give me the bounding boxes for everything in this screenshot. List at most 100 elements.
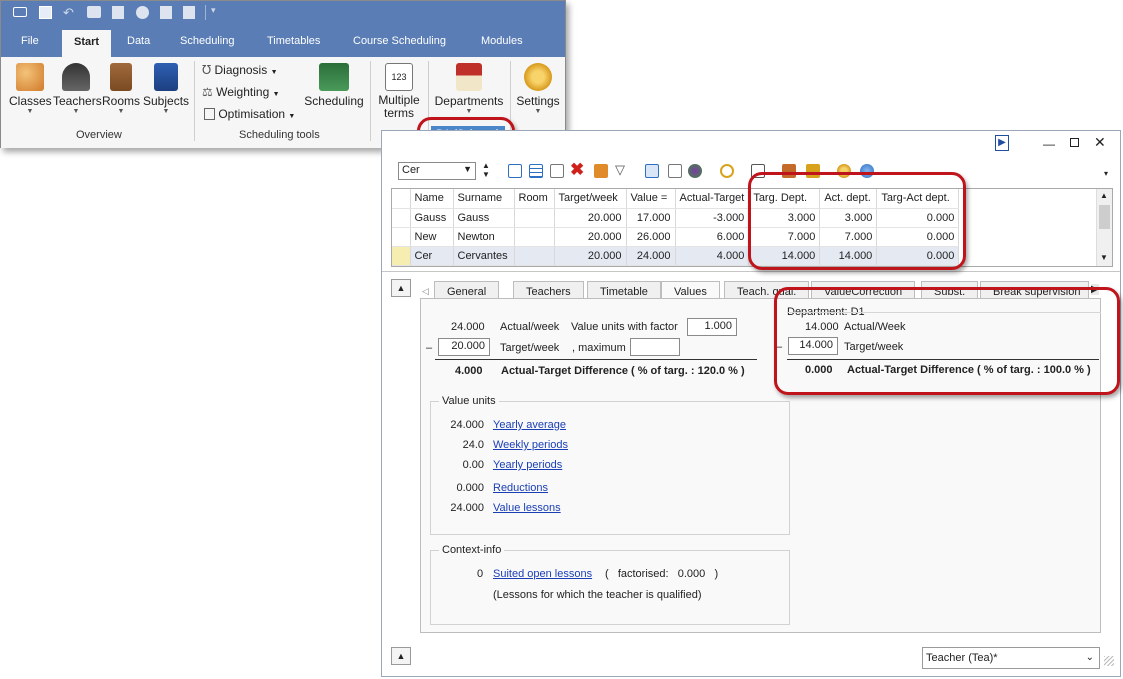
save-icon[interactable] bbox=[39, 6, 52, 19]
table-cell[interactable]: 26.000 bbox=[626, 227, 676, 247]
table-cell[interactable]: 20.000 bbox=[554, 208, 627, 228]
print-icon[interactable] bbox=[87, 6, 101, 18]
grid-scrollbar[interactable]: ▲ ▼ bbox=[1096, 189, 1112, 266]
scheduling-board-icon bbox=[319, 63, 349, 91]
table-cell[interactable]: Gauss bbox=[410, 208, 454, 228]
tab-timetables[interactable]: Timetables bbox=[267, 35, 320, 47]
chevron-left-icon[interactable]: ◁ bbox=[422, 286, 429, 297]
delete-icon[interactable]: ✖ bbox=[570, 160, 584, 180]
sum-line bbox=[435, 359, 757, 360]
table-cell[interactable]: Gauss bbox=[453, 208, 515, 228]
table-cell[interactable]: Cervantes bbox=[453, 246, 515, 266]
scrollbar-thumb[interactable] bbox=[1099, 205, 1110, 229]
tab-file[interactable]: File bbox=[21, 35, 39, 47]
export-icon[interactable] bbox=[183, 6, 195, 19]
document-icon[interactable] bbox=[160, 6, 172, 19]
table-cell[interactable]: Newton bbox=[453, 227, 515, 247]
tab-data[interactable]: Data bbox=[127, 35, 150, 47]
column-header[interactable]: Surname bbox=[453, 189, 515, 209]
maximize-icon[interactable] bbox=[1070, 138, 1079, 147]
yearly-periods-link[interactable]: Yearly periods bbox=[493, 459, 562, 471]
splitter[interactable] bbox=[382, 271, 1120, 272]
teachers-icon bbox=[62, 63, 90, 91]
tab-start[interactable]: Start bbox=[62, 30, 112, 57]
chevron-down-icon[interactable]: ▼ bbox=[1100, 253, 1108, 262]
chevron-up-icon[interactable]: ▲ bbox=[1100, 191, 1108, 200]
preview-icon[interactable] bbox=[112, 6, 124, 19]
yearly-average-link[interactable]: Yearly average bbox=[493, 419, 566, 431]
target-week-input[interactable]: 20.000 bbox=[438, 338, 490, 356]
highlight-department-values bbox=[774, 287, 1120, 395]
table-cell[interactable]: 6.000 bbox=[675, 227, 750, 247]
new-record-icon[interactable] bbox=[508, 164, 522, 178]
scheduling-button[interactable]: Scheduling bbox=[303, 63, 365, 108]
chevron-down-icon: ▼ bbox=[288, 113, 296, 120]
subjects-button[interactable]: Subjects ▼ bbox=[143, 63, 189, 115]
chevron-down-icon[interactable]: ▾ bbox=[1104, 169, 1108, 178]
teachers-button[interactable]: Teachers ▼ bbox=[53, 63, 102, 115]
column-header[interactable]: Room bbox=[514, 189, 555, 209]
suited-open-lessons-link[interactable]: Suited open lessons bbox=[493, 568, 592, 580]
collapse-button[interactable]: ▲ bbox=[391, 279, 411, 297]
factor-input[interactable]: 1.000 bbox=[687, 318, 737, 336]
group-icon[interactable] bbox=[688, 164, 702, 178]
clock-icon[interactable] bbox=[720, 164, 734, 178]
edit-icon[interactable] bbox=[594, 164, 608, 178]
column-header[interactable]: Actual-Target bbox=[675, 189, 750, 209]
chevron-down-icon[interactable]: ▾ bbox=[211, 5, 216, 16]
gear-icon bbox=[524, 63, 552, 91]
table-icon[interactable] bbox=[668, 164, 682, 178]
weighting-button[interactable]: ⚖ Weighting ▼ bbox=[202, 85, 280, 99]
optimisation-button[interactable]: Optimisation ▼ bbox=[204, 107, 295, 121]
tab-scheduling[interactable]: Scheduling bbox=[180, 35, 234, 47]
undo-icon[interactable]: ↶ bbox=[63, 5, 74, 21]
suited-lessons-count: 0 bbox=[477, 568, 484, 580]
classes-button[interactable]: Classes ▼ bbox=[9, 63, 52, 115]
table-cell[interactable]: -3.000 bbox=[675, 208, 750, 228]
chevron-down-icon: ▼ bbox=[272, 91, 280, 98]
departments-button[interactable]: Departments ▼ bbox=[433, 63, 505, 115]
table-cell[interactable] bbox=[514, 246, 555, 266]
scheduling-label: Scheduling bbox=[304, 94, 364, 108]
sort-icon[interactable] bbox=[645, 164, 659, 178]
table-cell[interactable]: 24.000 bbox=[626, 246, 676, 266]
multiple-terms-button[interactable]: 123 Multiple terms bbox=[375, 63, 423, 120]
table-cell[interactable] bbox=[514, 208, 555, 228]
table-cell[interactable]: New bbox=[410, 227, 454, 247]
table-cell[interactable] bbox=[514, 227, 555, 247]
value-lessons-link[interactable]: Value lessons bbox=[493, 502, 561, 514]
minimize-icon[interactable]: — bbox=[1043, 137, 1055, 151]
play-icon[interactable]: ▶ bbox=[995, 135, 1009, 151]
diagnosis-button[interactable]: ℧ Diagnosis ▼ bbox=[202, 63, 278, 77]
add-page-icon[interactable] bbox=[550, 164, 564, 178]
resize-grip[interactable] bbox=[1104, 656, 1114, 666]
table-cell[interactable]: 4.000 bbox=[675, 246, 750, 266]
table-cell[interactable]: 20.000 bbox=[554, 227, 627, 247]
settings-small-icon[interactable] bbox=[136, 6, 149, 19]
folder-icon[interactable] bbox=[13, 7, 27, 17]
chevron-down-icon: ▼ bbox=[463, 164, 472, 174]
reductions-link[interactable]: Reductions bbox=[493, 482, 548, 494]
expand-button[interactable]: ▲ bbox=[391, 647, 411, 665]
close-icon[interactable]: ✕ bbox=[1094, 134, 1106, 151]
list-icon[interactable] bbox=[529, 164, 543, 178]
teacher-select[interactable]: Cer ▼ bbox=[398, 162, 476, 180]
tab-course-scheduling[interactable]: Course Scheduling bbox=[353, 35, 446, 47]
table-cell[interactable]: 20.000 bbox=[554, 246, 627, 266]
column-header[interactable]: Name bbox=[410, 189, 454, 209]
column-header[interactable]: Target/week bbox=[554, 189, 627, 209]
column-header[interactable]: Value = bbox=[626, 189, 676, 209]
spinner-icon[interactable]: ▲ ▼ bbox=[482, 161, 490, 179]
context-info-box: Context-info 0 Suited open lessons ( fac… bbox=[430, 544, 790, 625]
house-icon bbox=[456, 63, 482, 91]
table-cell[interactable]: 17.000 bbox=[626, 208, 676, 228]
weekly-periods-link[interactable]: Weekly periods bbox=[493, 439, 568, 451]
table-cell[interactable]: Cer bbox=[410, 246, 454, 266]
rooms-button[interactable]: Rooms ▼ bbox=[101, 63, 141, 115]
filter-icon[interactable]: ▽ bbox=[615, 162, 625, 178]
tab-modules[interactable]: Modules bbox=[481, 35, 523, 47]
view-select[interactable]: Teacher (Tea)* ⌄ bbox=[922, 647, 1100, 669]
maximum-input[interactable] bbox=[630, 338, 680, 356]
settings-button[interactable]: Settings ▼ bbox=[514, 63, 562, 115]
subjects-label: Subjects bbox=[143, 94, 190, 108]
